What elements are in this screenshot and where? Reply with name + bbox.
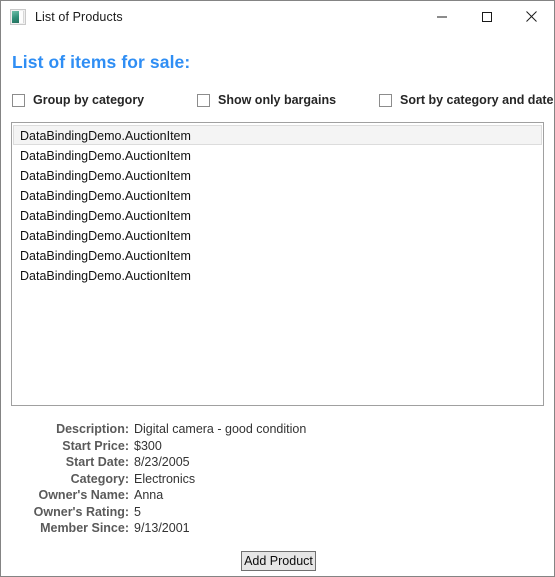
detail-value: 9/13/2001 [134,521,190,535]
checkbox-label: Group by category [33,93,145,107]
list-item[interactable]: DataBindingDemo.AuctionItem [13,265,542,285]
product-details-pane: Description: Digital camera - good condit… [1,421,554,537]
options-row: Group by category Show only bargains Sort … [1,90,554,112]
list-item[interactable]: DataBindingDemo.AuctionItem [13,165,542,185]
detail-label: Start Price: [62,438,129,453]
detail-value: Anna [134,488,164,502]
minimize-icon[interactable] [419,1,464,32]
checkbox-label: Sort by category and date [400,93,554,107]
close-icon[interactable] [509,1,554,32]
app-window-icon [10,8,26,25]
list-item[interactable]: DataBindingDemo.AuctionItem [13,125,542,145]
list-item[interactable]: DataBindingDemo.AuctionItem [13,185,542,205]
detail-row: Member Since: 9/13/2001 [1,520,554,537]
detail-value: $300 [134,438,162,453]
detail-row: Owner's Name: Anna [1,487,554,504]
checkbox-option-1[interactable]: Show only bargains [197,90,336,110]
detail-label: Start Date: [65,455,129,469]
detail-label: Category: [70,471,129,486]
app-icon-white-block [19,10,24,23]
detail-value: Electronics [134,471,196,486]
checkbox-box-icon[interactable] [379,93,392,107]
page-title: List of items for sale: [12,52,191,72]
window-controls [419,1,554,32]
detail-value: 5 [134,504,141,519]
detail-value: 8/23/2005 [134,455,190,469]
checkbox-option-0[interactable]: Group by category [12,90,144,110]
detail-label: Owner's Name: [38,488,129,502]
checkbox-box-icon[interactable] [197,93,210,107]
detail-label: Owner's Rating: [33,504,129,519]
detail-label: Member Since: [40,521,129,535]
application-window: List of Products List of items for sale:… [0,0,555,577]
list-item[interactable]: DataBindingDemo.AuctionItem [13,245,542,265]
detail-row: Description: Digital camera - good condit… [1,421,554,438]
list-item[interactable]: DataBindingDemo.AuctionItem [13,145,542,165]
products-listbox[interactable]: DataBindingDemo.AuctionItem DataBindingDe… [11,122,544,406]
checkbox-label: Show only bargains [218,93,337,107]
title-bar[interactable]: List of Products [1,1,554,32]
detail-row: Category: Electronics [1,471,554,488]
detail-value: Digital camera - good condition [134,422,307,436]
detail-label: Description: [56,422,129,436]
app-icon-teal-block [12,10,19,23]
list-item[interactable]: DataBindingDemo.AuctionItem [13,205,542,225]
window-title: List of Products [35,9,123,24]
add-product-button[interactable]: Add Product [241,551,316,571]
maximize-icon[interactable] [464,1,509,32]
detail-row: Start Price: $300 [1,438,554,455]
detail-row: Owner's Rating: 5 [1,504,554,521]
checkbox-option-2[interactable]: Sort by category and date [379,90,554,110]
checkbox-box-icon[interactable] [12,93,25,107]
detail-row: Start Date: 8/23/2005 [1,454,554,471]
list-item[interactable]: DataBindingDemo.AuctionItem [13,225,542,245]
